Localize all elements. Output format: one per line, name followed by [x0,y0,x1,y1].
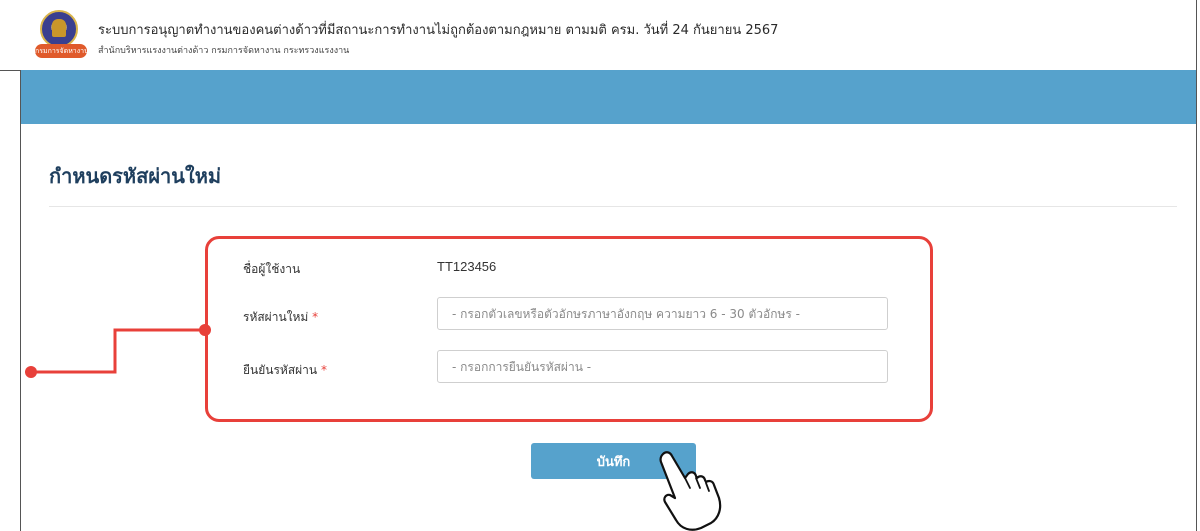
annotation-dot-start [25,366,37,378]
annotation-dot-end [199,324,211,336]
pointing-hand-icon [659,451,722,531]
annotation-overlay [25,324,722,531]
annotation-connector [31,328,205,374]
